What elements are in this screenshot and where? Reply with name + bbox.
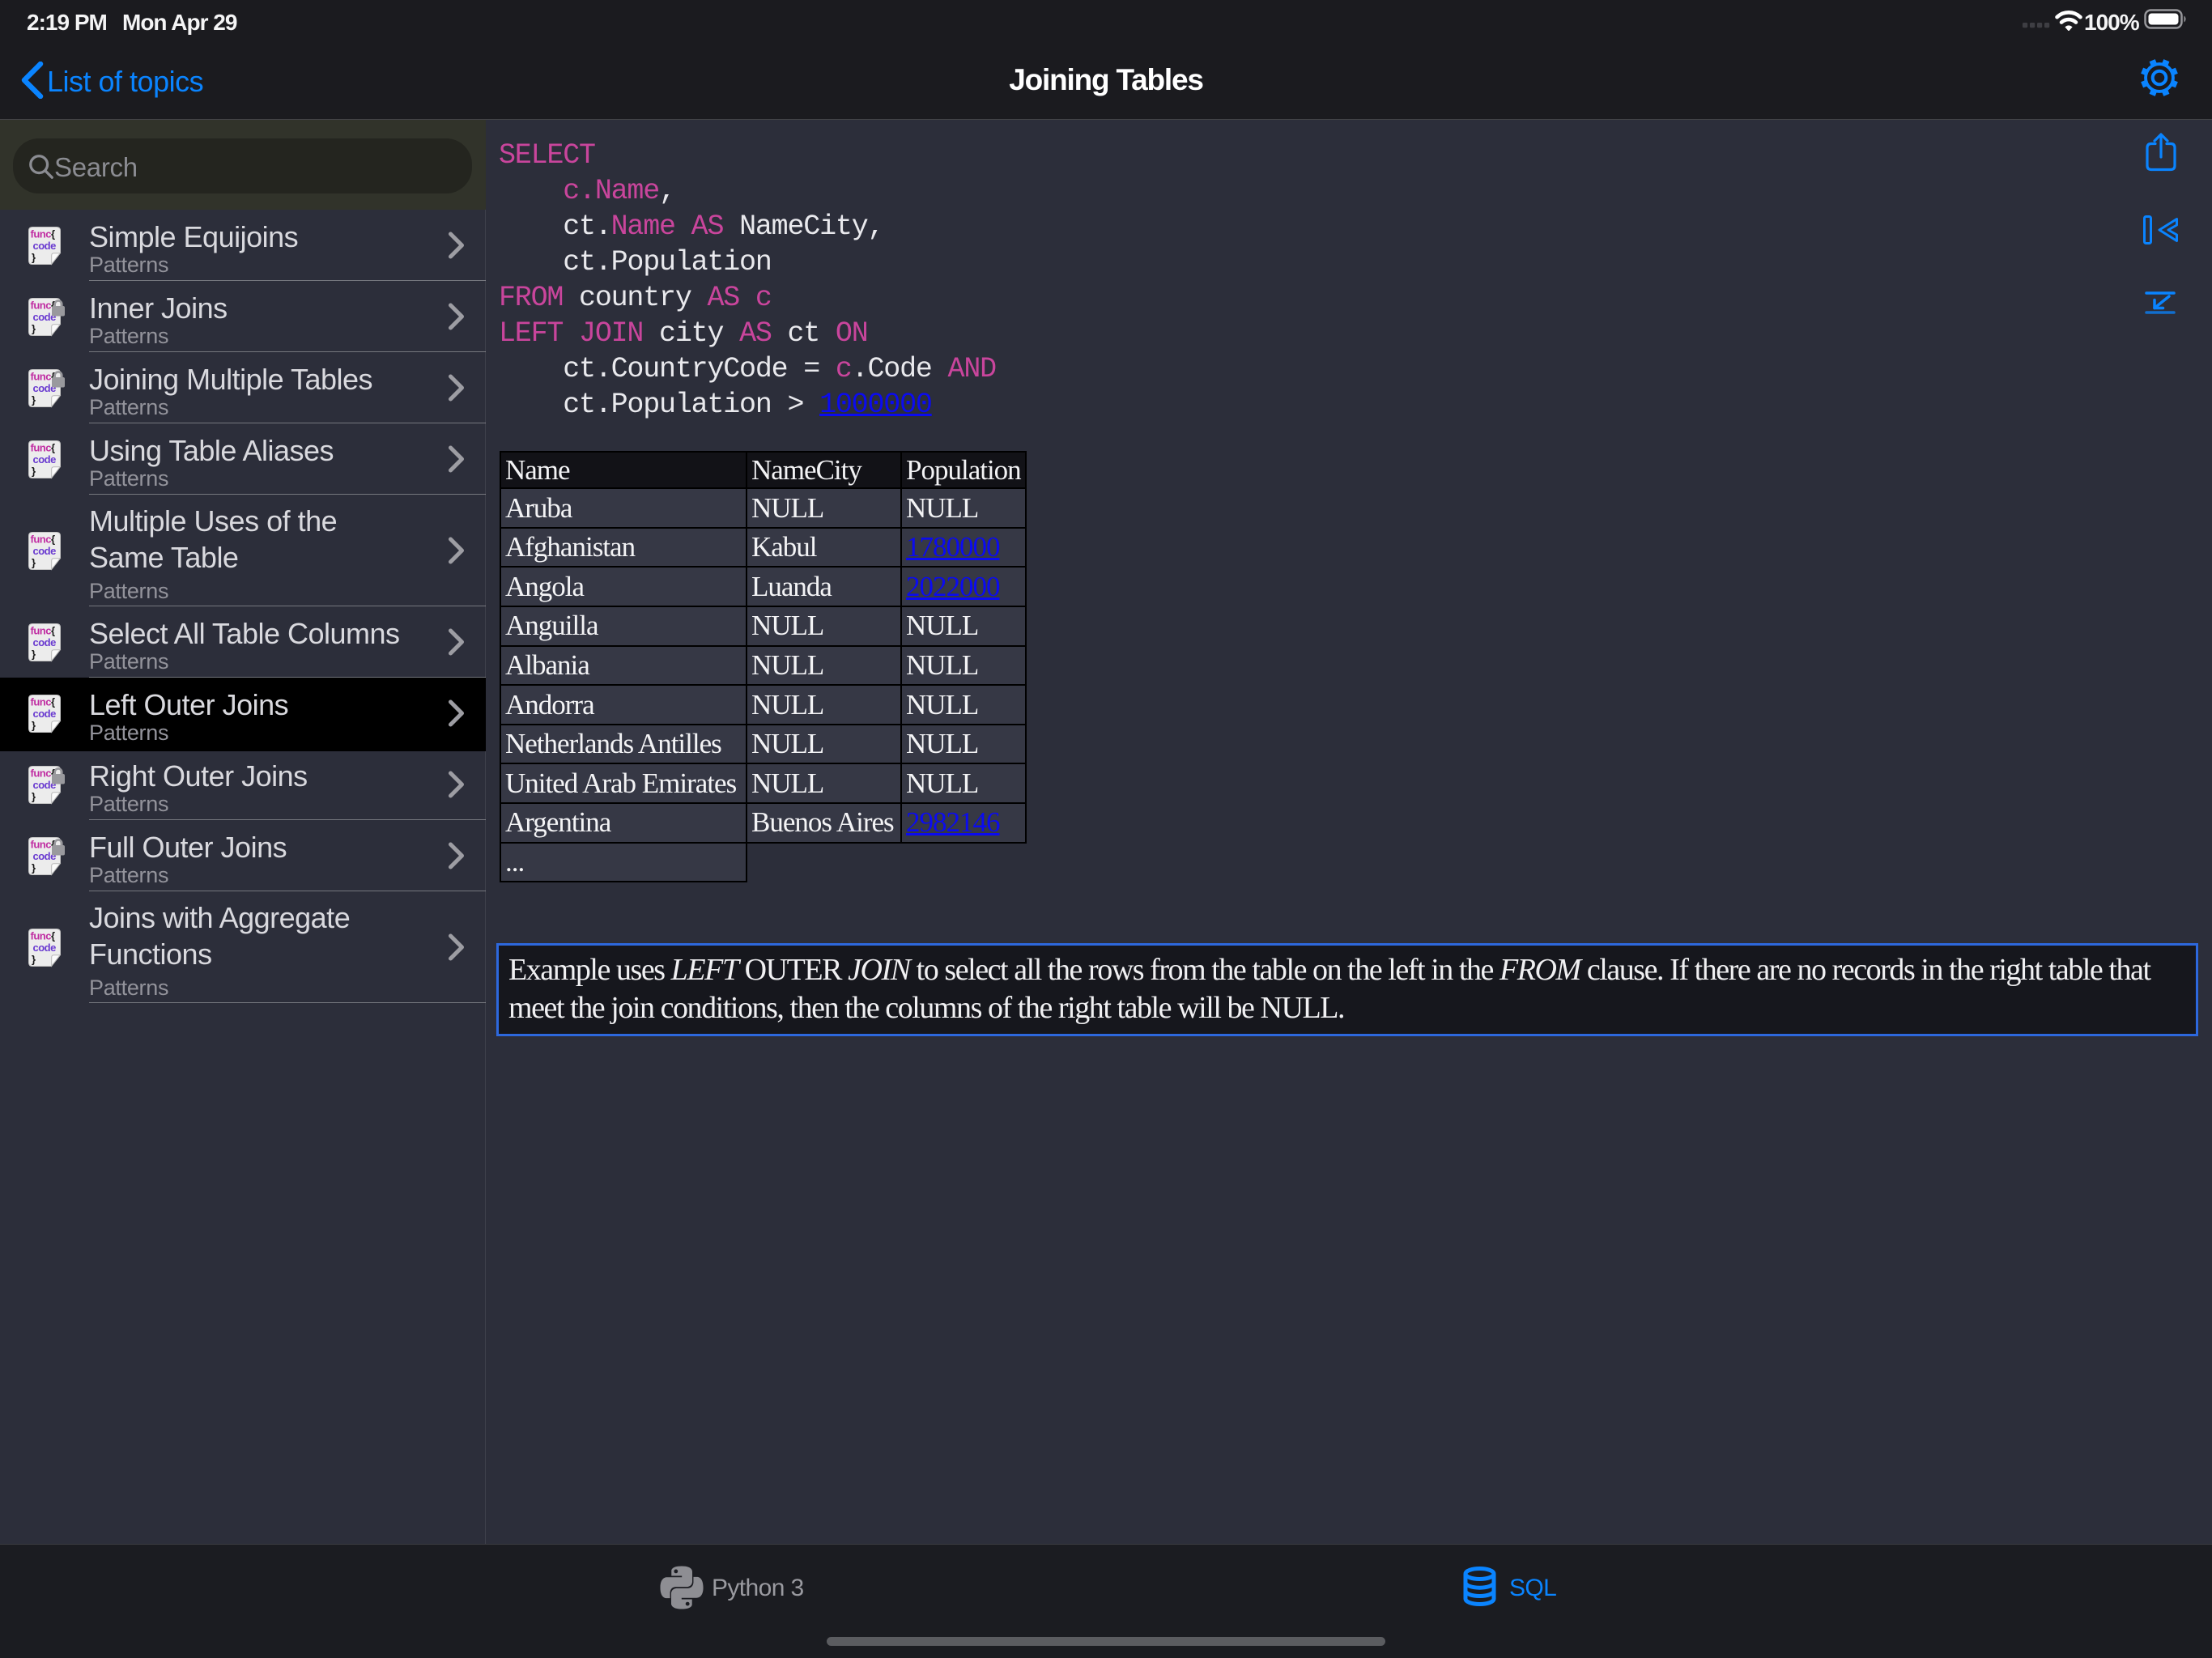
svg-text:}: } — [32, 791, 36, 803]
svg-text:}: } — [32, 720, 36, 732]
svg-text:func{: func{ — [31, 930, 55, 942]
svg-text:}: } — [32, 557, 36, 569]
svg-text:code: code — [33, 942, 57, 954]
svg-text:func{: func{ — [31, 767, 55, 780]
svg-text:}: } — [32, 394, 36, 406]
svg-text:code: code — [33, 453, 57, 466]
svg-text:}: } — [32, 648, 36, 661]
svg-text:}: } — [32, 323, 36, 335]
svg-text:func{: func{ — [31, 300, 55, 312]
svg-text:func{: func{ — [31, 625, 55, 637]
svg-text:code: code — [33, 708, 57, 720]
svg-text:func{: func{ — [31, 371, 55, 383]
svg-text:}: } — [32, 862, 36, 874]
svg-text:func{: func{ — [31, 442, 55, 454]
svg-text:func{: func{ — [31, 839, 55, 851]
svg-text:}: } — [32, 466, 36, 478]
svg-text:func{: func{ — [31, 534, 55, 546]
svg-text:code: code — [33, 636, 57, 648]
svg-text:func{: func{ — [31, 696, 55, 708]
svg-text:}: } — [32, 954, 36, 966]
svg-text:func{: func{ — [31, 228, 55, 240]
svg-text:code: code — [33, 240, 57, 252]
svg-text:}: } — [32, 252, 36, 264]
svg-text:code: code — [33, 545, 57, 557]
